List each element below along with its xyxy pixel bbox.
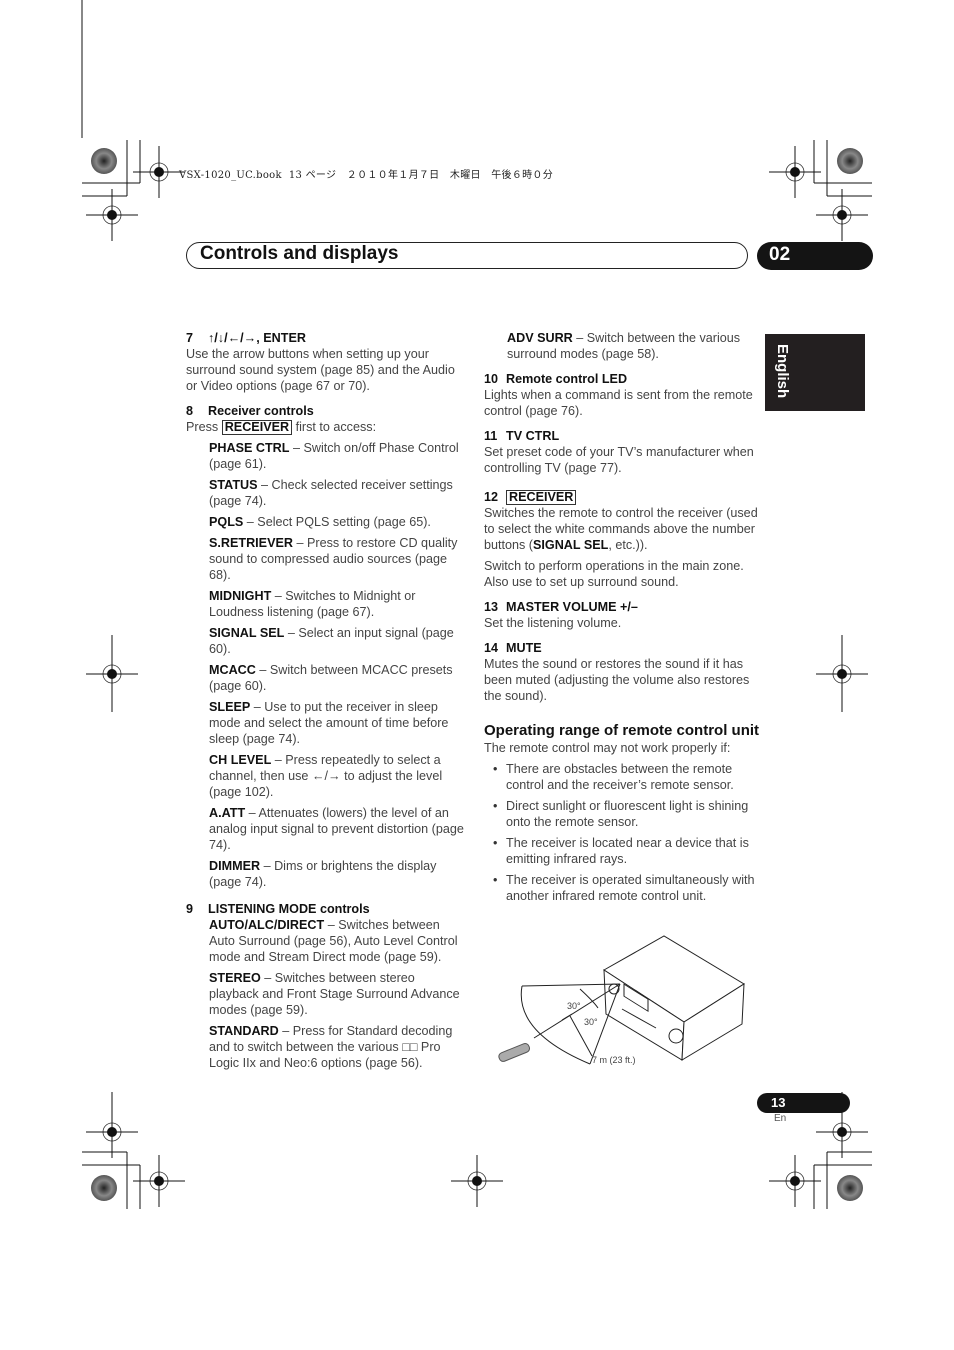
right-column: ADV SURR – Switch between the various su… bbox=[484, 330, 764, 909]
chapter-number-badge: 02 bbox=[757, 242, 873, 270]
receiver-key-label: RECEIVER bbox=[506, 490, 577, 505]
remote-control-illustration bbox=[498, 1043, 531, 1062]
control-entry: STATUS – Check selected receiver setting… bbox=[186, 477, 464, 509]
control-entry: S.RETRIEVER – Press to restore CD qualit… bbox=[186, 535, 464, 583]
angle-label-upper: 30° bbox=[567, 1001, 581, 1011]
rosette-mark bbox=[91, 148, 117, 174]
receiver-controls-list: PHASE CTRL – Switch on/off Phase Control… bbox=[186, 440, 464, 890]
item-14-heading: 14 MUTE bbox=[484, 641, 542, 655]
list-item: There are obstacles between the remote c… bbox=[484, 761, 764, 793]
item-12-text: Switches the remote to control the recei… bbox=[484, 506, 758, 552]
item-13-text: Set the listening volume. bbox=[484, 616, 622, 630]
list-item: The receiver is located near a device th… bbox=[484, 835, 764, 867]
control-name: STEREO bbox=[209, 971, 261, 985]
control-name: PQLS bbox=[209, 515, 244, 529]
item-13-heading: 13 MASTER VOLUME +/– bbox=[484, 600, 638, 614]
page-language-code: En bbox=[774, 1113, 787, 1124]
item-8-intro: Press RECEIVER first to access: bbox=[186, 420, 377, 435]
control-name: DIMMER bbox=[209, 859, 261, 873]
adv-surr-entry: ADV SURR – Switch between the various su… bbox=[507, 331, 741, 361]
control-entry: A.ATT – Attenuates (lowers) the level of… bbox=[186, 805, 464, 853]
item-10-heading: 10 Remote control LED bbox=[484, 372, 628, 386]
control-entry: CH LEVEL – Press repeatedly to select a … bbox=[186, 752, 464, 800]
control-name: SIGNAL SEL bbox=[209, 626, 285, 640]
book-file-header: VSX-1020_UC.book 13 ページ ２０１０年１月７日 木曜日 午後… bbox=[179, 170, 554, 181]
rosette-mark bbox=[837, 148, 863, 174]
list-item: The receiver is operated simultaneously … bbox=[484, 872, 764, 904]
control-entry: PQLS – Select PQLS setting (page 65). bbox=[186, 514, 464, 530]
receiver-key-label: RECEIVER bbox=[221, 420, 293, 435]
crop-marks bbox=[81, 0, 872, 1209]
control-name: A.ATT bbox=[209, 806, 246, 820]
operating-range-list: There are obstacles between the remote c… bbox=[484, 761, 764, 904]
control-name: SLEEP bbox=[209, 700, 251, 714]
page-number-badge: 13 bbox=[757, 1093, 850, 1113]
control-entry: SLEEP – Use to put the receiver in sleep… bbox=[186, 699, 464, 747]
control-description: – Select PQLS setting (page 65). bbox=[243, 515, 431, 529]
language-tab: English bbox=[765, 334, 865, 411]
distance-label: 7 m (23 ft.) bbox=[592, 1055, 636, 1065]
item-11-text: Set preset code of your TV’s manufacture… bbox=[484, 445, 754, 475]
control-entry: MCACC – Switch between MCACC presets (pa… bbox=[186, 662, 464, 694]
control-entry: SIGNAL SEL – Select an input signal (pag… bbox=[186, 625, 464, 657]
page-number: 13 bbox=[771, 1095, 786, 1110]
control-name: MIDNIGHT bbox=[209, 589, 272, 603]
control-entry: STANDARD – Press for Standard decoding a… bbox=[186, 1023, 464, 1071]
control-name: STATUS bbox=[209, 478, 258, 492]
control-name: S.RETRIEVER bbox=[209, 536, 293, 550]
item-12-text-2: Switch to perform operations in the main… bbox=[484, 559, 744, 589]
control-entry: MIDNIGHT – Switches to Midnight or Loudn… bbox=[186, 588, 464, 620]
item-14-text: Mutes the sound or restores the sound if… bbox=[484, 657, 750, 703]
control-entry: STEREO – Switches between stereo playbac… bbox=[186, 970, 464, 1018]
left-column: 7 ↑/↓/←/→, ENTER Use the arrow buttons wh… bbox=[186, 330, 464, 1071]
rosette-mark bbox=[91, 1175, 117, 1201]
item-12-heading: 12 RECEIVER bbox=[484, 489, 764, 505]
chapter-number: 02 bbox=[769, 244, 791, 265]
control-name: AUTO/ALC/DIRECT bbox=[209, 918, 325, 932]
control-entry: DIMMER – Dims or brightens the display (… bbox=[186, 858, 464, 890]
list-item: Direct sunlight or fluorescent light is … bbox=[484, 798, 764, 830]
control-name: MCACC bbox=[209, 663, 256, 677]
control-name: PHASE CTRL bbox=[209, 441, 290, 455]
item-7-text: Use the arrow buttons when setting up yo… bbox=[186, 347, 455, 393]
item-10-text: Lights when a command is sent from the r… bbox=[484, 388, 753, 418]
item-9-heading: 9 LISTENING MODE controls bbox=[186, 902, 370, 916]
operating-range-heading: Operating range of remote control unit bbox=[484, 722, 760, 739]
angle-label-lower: 30° bbox=[584, 1017, 598, 1027]
control-name: STANDARD bbox=[209, 1024, 279, 1038]
listening-mode-list: AUTO/ALC/DIRECT – Switches between Auto … bbox=[186, 917, 464, 1071]
item-7-heading: 7 ↑/↓/←/→, ENTER bbox=[186, 331, 306, 345]
rosette-mark bbox=[837, 1175, 863, 1201]
chapter-title: Controls and displays bbox=[200, 243, 399, 264]
remote-range-diagram: 30° 30° 7 m (23 ft.) bbox=[498, 935, 745, 1065]
control-name: CH LEVEL bbox=[209, 753, 272, 767]
item-8-heading: 8 Receiver controls bbox=[186, 404, 314, 418]
control-entry: PHASE CTRL – Switch on/off Phase Control… bbox=[186, 440, 464, 472]
control-description: – Attenuates (lowers) the level of an an… bbox=[209, 806, 464, 852]
language-label: English bbox=[774, 344, 791, 399]
operating-range-intro: The remote control may not work properly… bbox=[484, 741, 731, 755]
control-entry: AUTO/ALC/DIRECT – Switches between Auto … bbox=[186, 917, 464, 965]
item-11-heading: 11 TV CTRL bbox=[484, 429, 560, 443]
